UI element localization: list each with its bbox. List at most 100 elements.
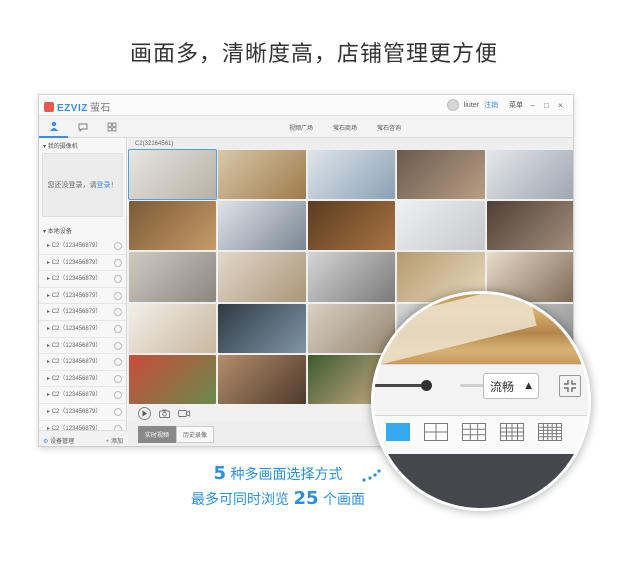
close-button[interactable]: × <box>556 101 565 110</box>
title-bar: EZVIZ 萤石 liuter 注销 菜单 – □ × <box>39 95 573 116</box>
nav-bar: 视频广场 萤石商场 萤石咨询 <box>39 116 573 138</box>
add-label: 添加 <box>110 439 123 445</box>
my-cameras-label: 我的摄像机 <box>47 144 78 150</box>
video-tile[interactable] <box>218 252 306 302</box>
play-icon <box>142 410 147 416</box>
device-label: C2（123456879） <box>51 325 102 332</box>
video-tile[interactable] <box>127 148 218 201</box>
login-box: 您还没登录，请 登录！ <box>42 153 123 217</box>
play-icon[interactable] <box>114 291 122 300</box>
layout-count: 5 <box>213 463 227 484</box>
my-cameras-header[interactable]: ▾ 我的摄像机 <box>39 138 126 153</box>
list-item[interactable]: ▸ C2（123456879） <box>39 321 126 338</box>
list-item[interactable]: ▸ C2（123456879） <box>39 255 126 272</box>
tab-history-recording[interactable]: 历史录像 <box>176 426 215 443</box>
layout-25-button[interactable] <box>538 423 562 441</box>
video-tile[interactable] <box>129 201 217 251</box>
app-logo: EZVIZ 萤石 <box>44 99 111 114</box>
video-tile[interactable] <box>486 150 573 200</box>
nav-link-news[interactable]: 萤石咨询 <box>377 123 401 132</box>
play-icon[interactable] <box>114 374 122 383</box>
video-tile[interactable] <box>486 201 573 251</box>
play-icon[interactable] <box>114 308 122 317</box>
device-label: C2（123456879） <box>51 359 102 366</box>
fullscreen-button[interactable] <box>559 375 581 397</box>
device-manage-label: 设备管理 <box>50 439 75 445</box>
play-icon[interactable] <box>114 341 122 350</box>
list-item[interactable]: ▸ C2（123456879） <box>39 238 126 255</box>
nav-link-store[interactable]: 萤石商场 <box>333 123 357 132</box>
play-icon[interactable] <box>114 391 122 400</box>
collapse-icon <box>564 380 576 392</box>
list-item[interactable]: ▸ C2（123456879） <box>39 288 126 305</box>
device-label: C2（123456879） <box>51 243 102 249</box>
video-tile[interactable] <box>307 150 396 200</box>
video-tile[interactable] <box>218 201 306 251</box>
volume-slider-fill[interactable] <box>374 384 426 387</box>
list-item[interactable]: ▸ C2（123456879） <box>39 354 126 371</box>
camera-icon[interactable] <box>159 409 170 418</box>
device-manage-button[interactable]: ⚙ 设备管理 <box>43 436 74 445</box>
list-item[interactable]: ▸ C2（123456879） <box>39 404 126 421</box>
video-tile[interactable] <box>129 303 217 353</box>
list-item[interactable]: ▸ C2（123456879） <box>39 338 126 355</box>
quality-select[interactable]: 流畅 ▲ <box>483 373 539 399</box>
login-suffix: ！ <box>110 182 118 189</box>
video-tile[interactable] <box>129 252 217 302</box>
video-tile[interactable] <box>129 354 217 404</box>
list-item[interactable]: ▸ C2（123456879） <box>39 304 126 321</box>
list-item[interactable]: ▸ C2（123456879） <box>39 387 126 404</box>
layout-4-button[interactable] <box>424 423 448 441</box>
play-icon[interactable] <box>114 258 122 267</box>
username: liuter <box>463 101 479 109</box>
user-box: liuter 注销 菜单 – □ × <box>446 99 565 111</box>
person-icon <box>49 121 58 131</box>
play-button[interactable] <box>138 406 151 420</box>
tab-messages[interactable] <box>68 116 97 138</box>
video-tile[interactable] <box>397 201 485 251</box>
list-item[interactable]: ▸ C2（123456879） <box>39 371 126 388</box>
caption-line-1: 5 种多画面选择方式 <box>178 462 378 487</box>
zoomed-dark-area <box>374 454 588 508</box>
caption-line-2-suffix: 个画面 <box>322 492 365 508</box>
restore-button[interactable]: □ <box>542 101 551 110</box>
brand-sub: 萤石 <box>89 103 111 114</box>
add-device-button[interactable]: + 添加 <box>106 436 123 445</box>
zoomed-rug <box>374 294 537 370</box>
device-label: C2（123456879） <box>51 259 102 266</box>
logout-link[interactable]: 注销 <box>484 100 498 110</box>
video-record-icon[interactable] <box>178 409 190 418</box>
device-list: ▸ C2（123456879） ▸ C2（123456879） ▸ C2（123… <box>39 238 126 438</box>
minimize-button[interactable]: – <box>528 101 537 110</box>
tab-cameras[interactable] <box>39 116 69 138</box>
play-icon[interactable] <box>114 407 122 416</box>
play-icon[interactable] <box>114 242 122 250</box>
play-icon[interactable] <box>114 275 122 284</box>
volume-slider-knob[interactable] <box>421 380 432 391</box>
menu-button[interactable]: 菜单 <box>509 100 523 110</box>
max-views-count: 25 <box>293 488 319 509</box>
layout-1-button[interactable] <box>386 423 410 441</box>
nav-link-video-square[interactable]: 视频广场 <box>289 123 313 132</box>
video-tile[interactable] <box>218 303 306 353</box>
video-tile[interactable] <box>218 354 306 404</box>
quality-label: 流畅 <box>490 379 515 394</box>
play-icon[interactable] <box>114 358 122 367</box>
layout-16-button[interactable] <box>500 423 524 441</box>
play-icon[interactable] <box>114 324 122 333</box>
video-tile[interactable] <box>397 150 485 200</box>
video-tile[interactable] <box>218 150 306 200</box>
tab-grid[interactable] <box>98 116 127 138</box>
avatar[interactable] <box>446 99 459 111</box>
tab-live-video[interactable]: 实时视频 <box>138 426 177 443</box>
headline: 画面多，清晰度高，店铺管理更方便 <box>129 42 498 67</box>
device-label: C2（123456879） <box>51 342 102 349</box>
camera-title: C2(32164561) <box>135 141 174 147</box>
login-link[interactable]: 登录 <box>97 180 111 190</box>
layout-9-button[interactable] <box>462 423 486 441</box>
gear-icon: ⚙ <box>43 439 49 445</box>
zoomed-video-preview <box>374 294 588 370</box>
video-tile[interactable] <box>307 201 396 251</box>
list-item[interactable]: ▸ C2（123456879） <box>39 271 126 288</box>
local-devices-header[interactable]: ▾ 本地设备 <box>39 223 126 238</box>
